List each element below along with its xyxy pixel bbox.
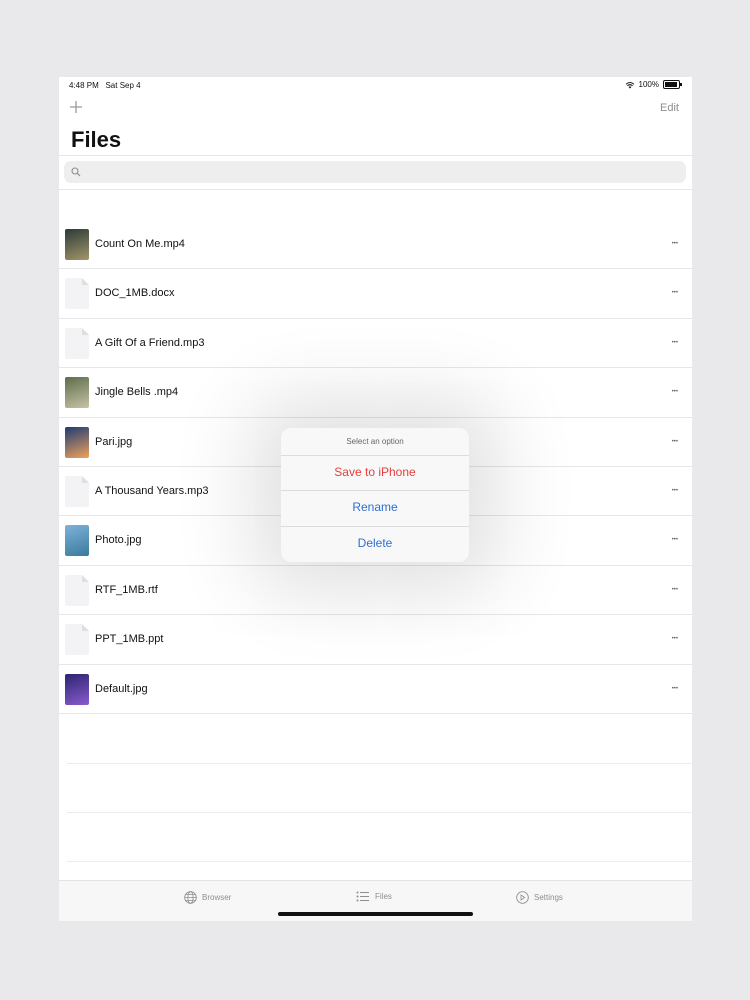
file-row[interactable]: A Gift Of a Friend.mp3 •••: [59, 319, 692, 369]
file-name: A Thousand Years.mp3: [95, 484, 209, 497]
delete-button[interactable]: Delete: [281, 526, 469, 561]
file-name: RTF_1MB.rtf: [95, 583, 158, 596]
more-options-icon[interactable]: •••: [672, 439, 678, 445]
tab-settings[interactable]: Settings: [516, 891, 563, 904]
more-options-icon[interactable]: •••: [672, 587, 678, 593]
file-thumbnail: [65, 377, 89, 409]
file-name: A Gift Of a Friend.mp3: [95, 336, 205, 349]
file-row[interactable]: PPT_1MB.ppt •••: [59, 615, 692, 665]
more-options-icon[interactable]: •••: [672, 537, 678, 543]
document-icon: [65, 278, 89, 310]
home-indicator: [278, 912, 473, 916]
tab-files[interactable]: Files: [356, 891, 392, 902]
document-icon: [65, 327, 89, 359]
document-icon: [65, 574, 89, 606]
plus-icon: [70, 101, 82, 113]
tab-files-label: Files: [375, 892, 392, 901]
file-thumbnail: [65, 673, 89, 705]
tab-browser-label: Browser: [202, 893, 232, 902]
status-bar: 4:48 PM Sat Sep 4 100%: [59, 77, 692, 93]
document-icon: [65, 624, 89, 656]
header-divider: [59, 155, 692, 156]
more-options-icon[interactable]: •••: [672, 389, 678, 395]
file-row[interactable]: Count On Me.mp4 •••: [59, 220, 692, 270]
time-text: 4:48 PM: [69, 81, 99, 90]
date-text: Sat Sep 4: [105, 81, 141, 90]
file-name: Pari.jpg: [95, 435, 133, 448]
empty-row-divider: [67, 763, 692, 764]
search-input[interactable]: [64, 161, 686, 183]
add-button[interactable]: [69, 97, 83, 120]
file-name: Photo.jpg: [95, 534, 142, 547]
more-options-icon[interactable]: •••: [672, 241, 678, 247]
file-row[interactable]: RTF_1MB.rtf •••: [59, 566, 692, 616]
file-row[interactable]: DOC_1MB.docx •••: [59, 269, 692, 319]
rename-button[interactable]: Rename: [281, 490, 469, 525]
search-icon: [71, 167, 81, 177]
save-to-iphone-button[interactable]: Save to iPhone: [281, 455, 469, 490]
action-sheet: Select an option Save to iPhone Rename D…: [281, 428, 469, 562]
wifi-icon: [625, 81, 634, 88]
file-name: DOC_1MB.docx: [95, 287, 175, 300]
tab-browser[interactable]: Browser: [184, 891, 231, 904]
file-thumbnail: [65, 525, 89, 557]
battery-percent: 100%: [638, 80, 659, 89]
search-divider: [59, 189, 692, 190]
document-icon: [65, 475, 89, 507]
list-icon: [356, 891, 369, 902]
page-title: Files: [71, 127, 122, 152]
battery-icon: [663, 80, 682, 89]
status-right: 100%: [625, 80, 682, 89]
more-options-icon[interactable]: •••: [672, 290, 678, 296]
file-row[interactable]: Default.jpg •••: [59, 665, 692, 714]
more-options-icon[interactable]: •••: [672, 636, 678, 642]
tab-settings-label: Settings: [534, 893, 563, 902]
empty-row-divider: [67, 861, 692, 862]
empty-row-divider: [67, 812, 692, 813]
edit-button[interactable]: Edit: [660, 102, 679, 114]
more-options-icon[interactable]: •••: [672, 488, 678, 494]
file-name: PPT_1MB.ppt: [95, 633, 164, 646]
globe-icon: [184, 891, 197, 904]
more-options-icon[interactable]: •••: [672, 340, 678, 346]
settings-icon: [516, 891, 529, 904]
file-row[interactable]: Jingle Bells .mp4 •••: [59, 368, 692, 418]
file-name: Default.jpg: [95, 682, 148, 695]
file-name: Count On Me.mp4: [95, 238, 185, 250]
more-options-icon[interactable]: •••: [672, 686, 678, 692]
file-thumbnail: [65, 229, 89, 260]
status-time: 4:48 PM Sat Sep 4: [69, 81, 141, 90]
file-thumbnail: [65, 426, 89, 458]
file-name: Jingle Bells .mp4: [95, 386, 179, 399]
action-sheet-title: Select an option: [346, 437, 404, 446]
